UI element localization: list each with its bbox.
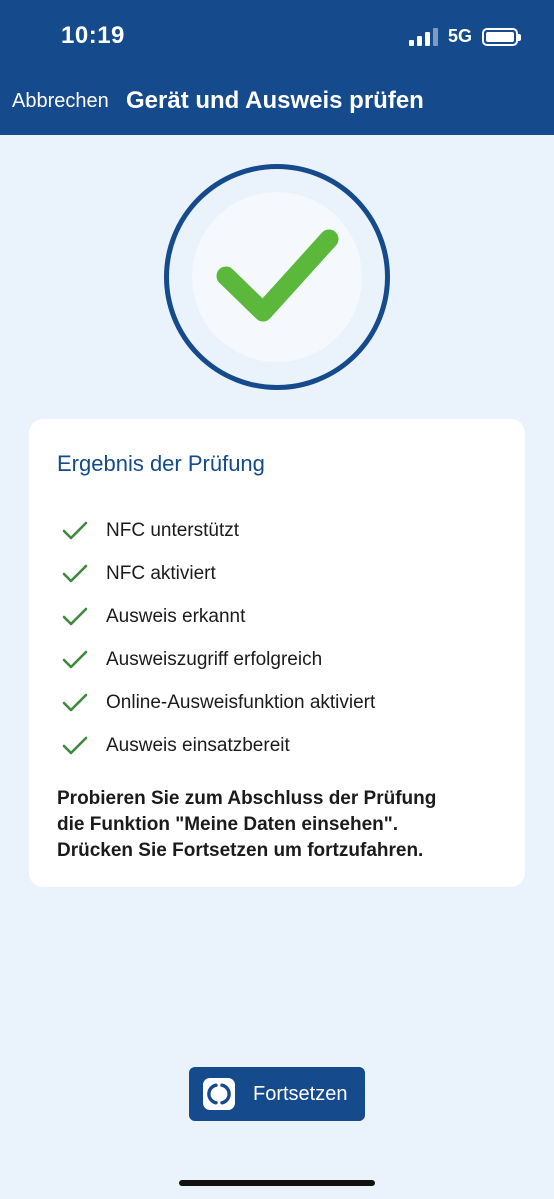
check-icon <box>62 736 88 754</box>
check-icon <box>62 607 88 625</box>
list-item-label: Ausweis einsatzbereit <box>106 734 290 756</box>
list-item-label: Ausweiszugriff erfolgreich <box>106 648 323 670</box>
screen: 10:19 5G Abbrechen Gerät und Ausweis prü… <box>0 0 554 1199</box>
ausweisapp-icon <box>203 1078 235 1110</box>
status-time: 10:19 <box>61 22 125 49</box>
card-note: Probieren Sie zum Abschluss der Prüfung … <box>57 786 507 864</box>
list-item-label: Online-Ausweisfunktion aktiviert <box>106 691 376 713</box>
list-item: Online-Ausweisfunktion aktiviert <box>61 681 375 724</box>
list-item: NFC unterstützt <box>61 509 375 552</box>
result-status <box>164 164 390 390</box>
list-item-label: NFC unterstützt <box>106 519 240 541</box>
list-item: Ausweiszugriff erfolgreich <box>61 638 375 681</box>
list-item-label: NFC aktiviert <box>106 562 216 584</box>
continue-button[interactable]: Fortsetzen <box>189 1067 365 1121</box>
card-note-line: Probieren Sie zum Abschluss der Prüfung <box>57 788 437 809</box>
card-note-line: die Funktion "Meine Daten einsehen". <box>57 814 399 835</box>
card-note-line: Drücken Sie Fortsetzen um fortzufahren. <box>57 840 424 861</box>
page-title: Gerät und Ausweis prüfen <box>126 87 424 114</box>
result-card: Ergebnis der Prüfung NFC unterstützt NFC… <box>29 419 525 887</box>
list-item: Ausweis erkannt <box>61 595 375 638</box>
check-icon <box>62 693 88 711</box>
network-label: 5G <box>447 26 472 46</box>
checkmark-success-icon <box>192 192 362 362</box>
check-list: NFC unterstützt NFC aktiviert Ausweis er… <box>61 509 375 767</box>
check-icon <box>62 521 88 539</box>
cancel-button[interactable]: Abbrechen <box>12 90 109 113</box>
nav-bar: Abbrechen Gerät und Ausweis prüfen <box>0 84 554 120</box>
continue-button-label: Fortsetzen <box>253 1082 348 1105</box>
signal-icon <box>408 27 438 46</box>
check-icon <box>62 564 88 582</box>
home-indicator[interactable] <box>179 1180 375 1186</box>
header: 10:19 5G Abbrechen Gerät und Ausweis prü… <box>0 0 554 135</box>
battery-icon <box>482 27 521 46</box>
list-item-label: Ausweis erkannt <box>106 605 246 627</box>
status-icons: 5G <box>408 26 521 47</box>
check-icon <box>62 650 88 668</box>
list-item: Ausweis einsatzbereit <box>61 724 375 767</box>
card-title: Ergebnis der Prüfung <box>57 451 265 476</box>
list-item: NFC aktiviert <box>61 552 375 595</box>
